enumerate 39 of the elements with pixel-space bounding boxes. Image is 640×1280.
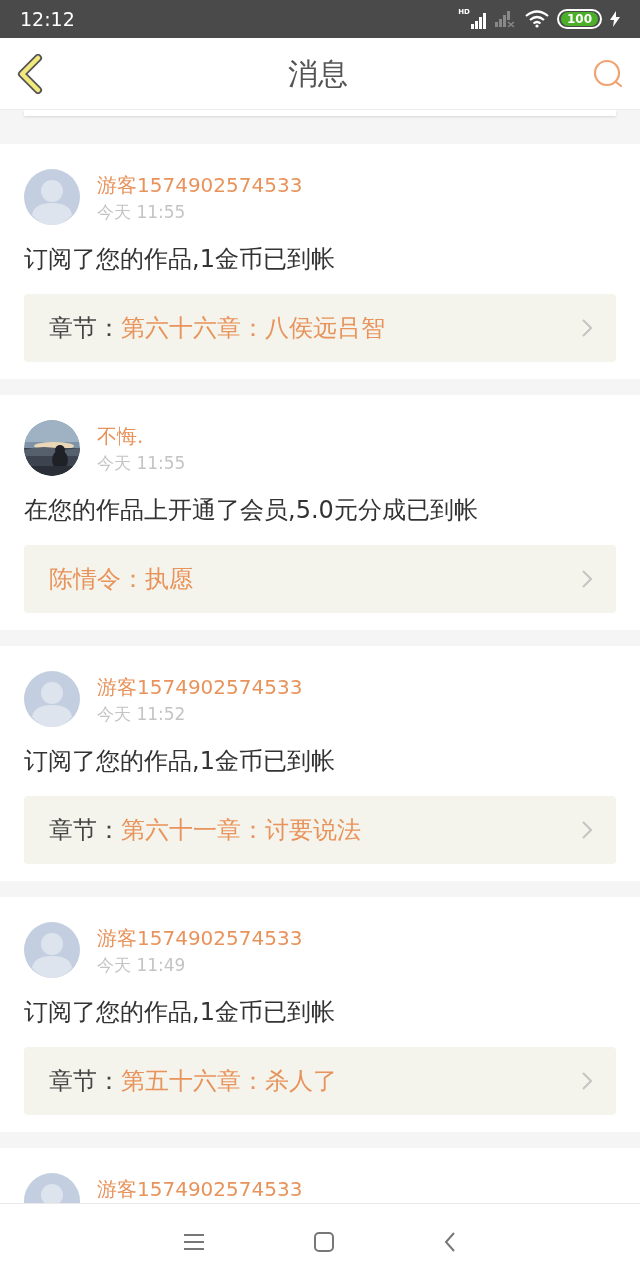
chevron-right-icon (582, 821, 592, 839)
link-label: 章节： (49, 313, 121, 344)
user-name: 游客1574902574533 (97, 675, 303, 699)
link-title: 第六十一章：讨要说法 (121, 815, 361, 846)
avatar-icon (24, 169, 80, 225)
user-name: 游客1574902574533 (97, 173, 303, 197)
message-time: 今天 11:55 (97, 201, 187, 223)
user-name: 不悔. (97, 424, 145, 448)
message-text: 订阅了您的作品,1金币已到帐 (24, 244, 336, 275)
message-time: 今天 11:52 (97, 703, 187, 725)
message-time: 今天 11:55 (97, 452, 186, 474)
chevron-right-icon (582, 319, 592, 337)
back-nav-icon[interactable] (444, 1232, 456, 1252)
no-signal-icon (494, 11, 517, 27)
menu-icon[interactable] (184, 1234, 204, 1250)
link-label: 章节： (49, 1066, 121, 1097)
link-label: 章节： (49, 815, 121, 846)
clock: 12:12 (20, 6, 75, 32)
message-text: 订阅了您的作品,1金币已到帐 (24, 997, 336, 1028)
chapter-link[interactable]: 章节：第六十一章：讨要说法 (24, 796, 616, 864)
user-name: 游客1574902574533 (97, 926, 303, 950)
user-name: 游客1574902574533 (97, 1177, 303, 1201)
wifi-icon (524, 10, 549, 28)
avatar-icon (24, 671, 80, 727)
home-icon[interactable] (314, 1232, 334, 1252)
link-title: 陈情令：执愿 (49, 564, 193, 595)
back-icon[interactable] (16, 53, 44, 94)
battery-indicator: 100 (556, 9, 602, 29)
message-time: 今天 11:49 (97, 954, 187, 976)
link-title: 第五十六章：杀人了 (121, 1066, 337, 1097)
chevron-right-icon (582, 570, 592, 588)
message-text: 在您的作品上开通了会员,5.0元分成已到帐 (24, 495, 479, 526)
chevron-right-icon (582, 1072, 592, 1090)
link-title: 第六十六章：八侯远吕智 (121, 313, 385, 344)
chapter-link[interactable]: 章节：第六十六章：八侯远吕智 (24, 294, 616, 362)
page-title: 消息 (287, 55, 349, 93)
avatar-icon (24, 922, 80, 978)
message-text: 订阅了您的作品,1金币已到帐 (24, 746, 336, 777)
chapter-link[interactable]: 章节：第五十六章：杀人了 (24, 1047, 616, 1115)
